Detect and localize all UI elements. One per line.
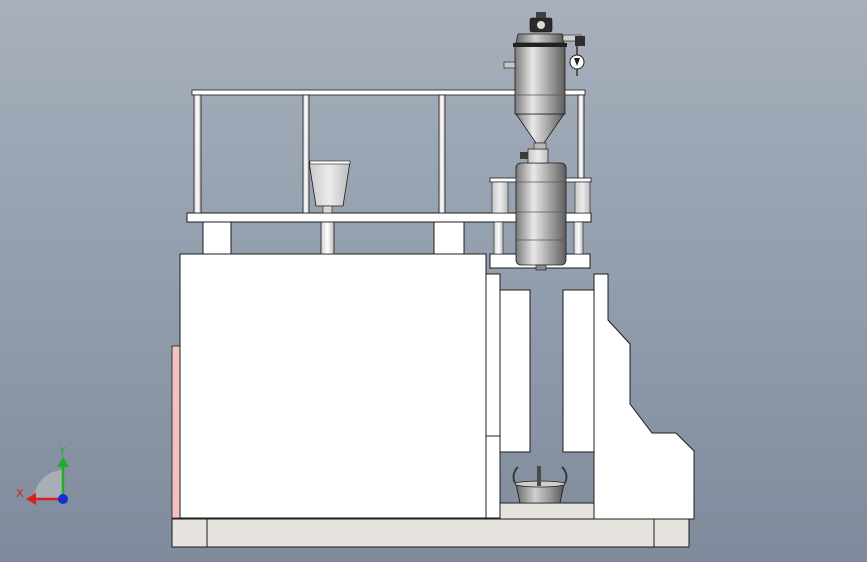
collection-bucket — [512, 466, 568, 504]
right-housing — [593, 273, 695, 520]
cad-viewport[interactable]: Y X — [0, 0, 867, 562]
vacuum-receiver — [503, 12, 585, 150]
chute-panels — [499, 289, 595, 453]
collector-tray — [499, 502, 595, 520]
triad-x-label: X — [16, 487, 24, 500]
coordinate-triad[interactable]: Y X — [16, 445, 69, 505]
main-cabinet — [179, 253, 501, 519]
base-frame — [171, 518, 690, 548]
feed-hopper — [308, 160, 351, 214]
triad-y-label: Y — [58, 445, 66, 458]
machine-drawing: Y X — [16, 12, 695, 548]
lower-cylinder — [515, 148, 567, 271]
